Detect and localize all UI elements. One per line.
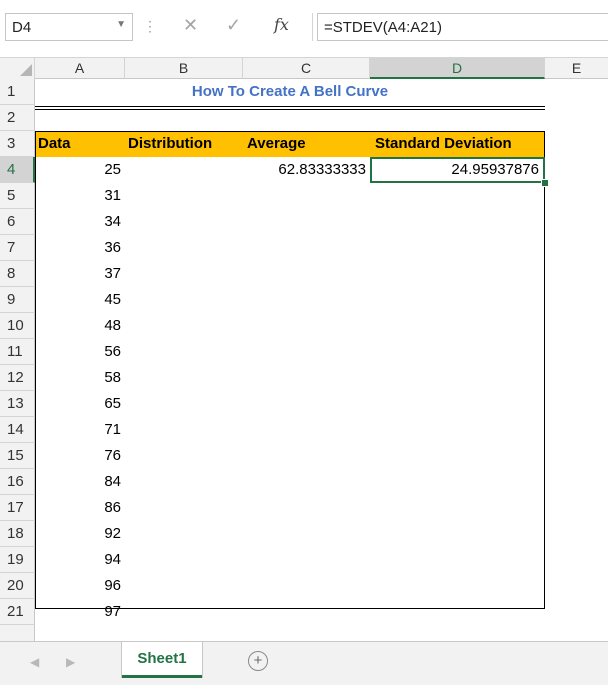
row-header-bar: 1 2 3 4 5 6 7 8 9 10 11 12 13 14 15 16 1… [0,79,35,641]
column-header-d[interactable]: D [370,58,545,79]
header-standard-deviation[interactable]: Standard Deviation [375,131,512,157]
enter-icon[interactable]: ✓ [226,15,241,36]
chevron-down-icon[interactable]: ▼ [116,19,126,30]
formula-text: =STDEV(A4:A21) [324,19,442,36]
data-cell[interactable]: 58 [35,365,125,391]
cancel-icon[interactable]: ✕ [183,15,198,36]
data-cell[interactable]: 34 [35,209,125,235]
row-header[interactable]: 16 [0,469,35,495]
data-cell[interactable]: 97 [35,599,125,625]
data-cell[interactable]: 76 [35,443,125,469]
data-cell[interactable]: 25 [35,157,125,183]
fill-handle[interactable] [541,179,549,187]
data-cell[interactable]: 45 [35,287,125,313]
row-header[interactable]: 18 [0,521,35,547]
insert-function-icon[interactable]: fx [274,15,289,34]
formula-bar-divider [312,13,313,41]
header-distribution[interactable]: Distribution [128,131,212,157]
data-cell[interactable]: 48 [35,313,125,339]
drag-handle-icon[interactable]: ⋮ [143,18,157,35]
row-header[interactable]: 11 [0,339,35,365]
row-header[interactable]: 15 [0,443,35,469]
row-header[interactable]: 8 [0,261,35,287]
data-cell[interactable]: 92 [35,521,125,547]
row-header[interactable]: 17 [0,495,35,521]
data-cell[interactable]: 84 [35,469,125,495]
data-cell[interactable]: 31 [35,183,125,209]
row-header[interactable]: 12 [0,365,35,391]
row-header[interactable]: 10 [0,313,35,339]
data-cell[interactable]: 37 [35,261,125,287]
average-cell[interactable]: 62.83333333 [243,157,370,183]
data-cell[interactable]: 96 [35,573,125,599]
data-cell[interactable]: 71 [35,417,125,443]
row-header[interactable]: 9 [0,287,35,313]
column-header-c[interactable]: C [243,58,370,79]
row-header[interactable]: 21 [0,599,35,625]
data-cell[interactable]: 65 [35,391,125,417]
column-header-b[interactable]: B [125,58,243,79]
data-cell[interactable]: 86 [35,495,125,521]
row-header[interactable]: 19 [0,547,35,573]
formula-input[interactable]: =STDEV(A4:A21) [317,13,608,41]
column-header-e[interactable]: E [545,58,608,79]
row-header[interactable]: 7 [0,235,35,261]
select-all-corner[interactable] [0,58,35,79]
data-cell[interactable]: 94 [35,547,125,573]
data-cell[interactable]: 36 [35,235,125,261]
row-header[interactable]: 1 [0,79,35,105]
cell-grid[interactable]: How To Create A Bell Curve Data Distribu… [35,79,608,641]
row-header[interactable]: 13 [0,391,35,417]
column-header-a[interactable]: A [35,58,125,79]
row-header[interactable]: 2 [0,105,35,131]
prev-sheet-icon[interactable]: ◀ [30,655,39,669]
formula-bar: D4 ▼ ⋮ ✕ ✓ fx =STDEV(A4:A21) [0,0,608,58]
double-underline-top [35,106,545,107]
row-header[interactable]: 20 [0,573,35,599]
name-box-value: D4 [12,19,32,36]
data-cell[interactable]: 56 [35,339,125,365]
add-sheet-icon[interactable]: + [248,651,268,671]
sheet-tab-bar: ◀ ▶ Sheet1 + [0,641,608,685]
row-header[interactable]: 3 [0,131,35,157]
name-box[interactable]: D4 ▼ [5,13,133,41]
row-header[interactable]: 5 [0,183,35,209]
select-all-icon [20,64,32,76]
next-sheet-icon[interactable]: ▶ [66,655,75,669]
column-header-bar: A B C D E [0,58,608,79]
row-header[interactable]: 6 [0,209,35,235]
row-header[interactable]: 14 [0,417,35,443]
header-average[interactable]: Average [247,131,306,157]
sheet-title[interactable]: How To Create A Bell Curve [35,79,545,105]
double-underline-bottom [35,109,545,110]
header-data[interactable]: Data [38,131,71,157]
row-header-selected[interactable]: 4 [0,157,35,183]
sheet-tab-sheet1[interactable]: Sheet1 [122,642,202,678]
active-cell-outline [370,157,545,183]
